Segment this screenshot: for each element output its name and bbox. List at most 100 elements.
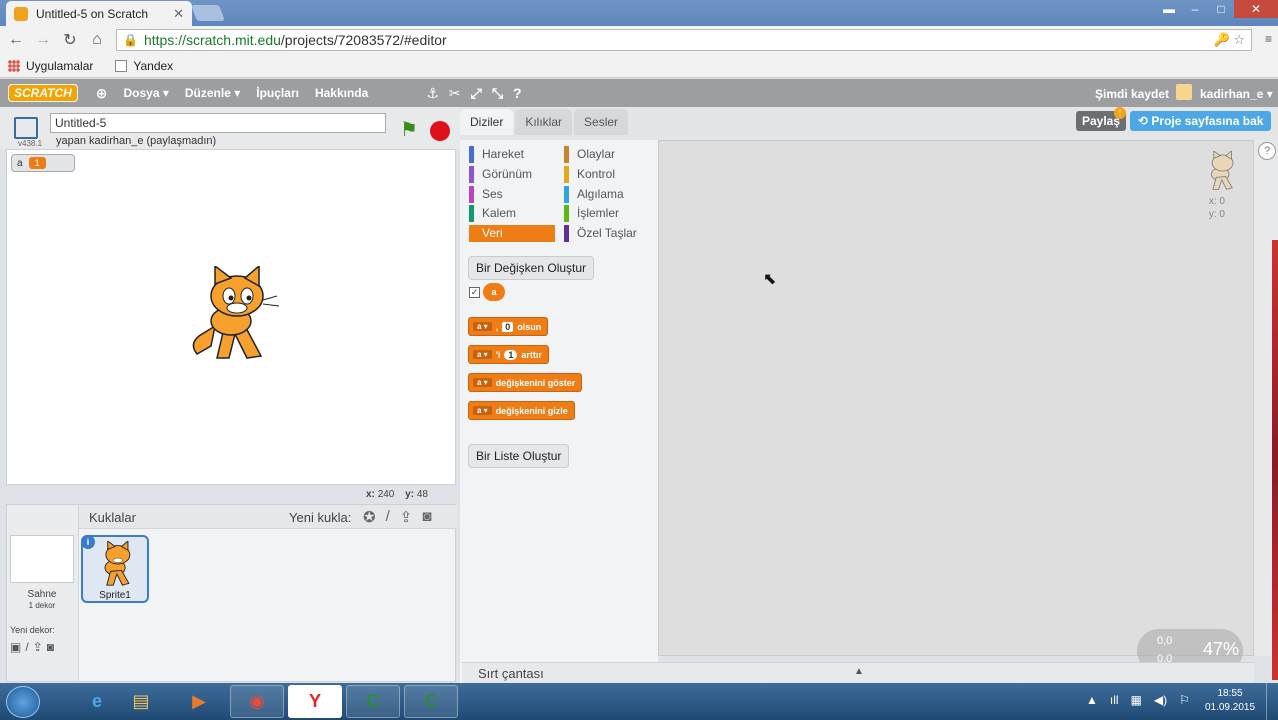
language-globe-icon[interactable]: ⊕	[96, 85, 108, 102]
project-title-input[interactable]: Untitled-5	[50, 113, 386, 133]
backdrop-library-icon[interactable]: ▣	[10, 640, 21, 654]
system-clock[interactable]: 18:55 01.09.2015	[1204, 687, 1256, 715]
delete-scissors-icon[interactable]: ✂	[449, 85, 461, 102]
back-icon[interactable]: ←	[5, 31, 27, 49]
camtasia-recorder-icon[interactable]: C	[404, 685, 458, 718]
show-desktop-button[interactable]	[1266, 683, 1278, 720]
tray-arrow-icon[interactable]: ▲	[1086, 693, 1098, 707]
help-panel-icon[interactable]: ?	[1258, 142, 1276, 160]
make-list-button[interactable]: Bir Liste Oluştur	[468, 444, 570, 468]
category-control[interactable]: Kontrol	[564, 166, 650, 183]
tab-close-icon[interactable]: ✕	[173, 6, 184, 22]
zoom-percentage: 47%	[1203, 639, 1240, 659]
category-events[interactable]: Olaylar	[564, 146, 650, 163]
menu-edit[interactable]: Düzenle ▾	[185, 86, 240, 100]
variable-dropdown[interactable]: a ▾	[473, 322, 492, 331]
device-icon[interactable]: ▦	[1131, 693, 1142, 707]
backpack-expand-icon[interactable]: ▲	[854, 666, 864, 677]
minimize-button[interactable]: –	[1182, 0, 1208, 18]
camera-sprite-icon[interactable]: ◙	[422, 508, 431, 526]
maximize-button[interactable]: □	[1208, 0, 1234, 18]
category-sensing[interactable]: Algılama	[564, 186, 650, 203]
category-motion[interactable]: Hareket	[469, 146, 555, 163]
username-menu[interactable]: kadirhan_e ▾	[1200, 87, 1273, 101]
upload-sprite-icon[interactable]: ⇪	[400, 508, 413, 526]
show-variable-block[interactable]: a ▾ değişkenini göster	[468, 373, 583, 392]
variable-checkbox[interactable]: ✓	[469, 287, 480, 298]
category-more-blocks[interactable]: Özel Taşlar	[564, 225, 650, 242]
green-flag-icon[interactable]: ⚑	[400, 117, 418, 142]
stage-canvas[interactable]: a 1	[6, 149, 456, 485]
stage-thumbnail[interactable]	[10, 535, 74, 583]
change-variable-block[interactable]: a ▾ 'i 1 arttır	[468, 345, 549, 364]
category-sound[interactable]: Ses	[469, 186, 555, 203]
backpack-bar[interactable]: Sırt çantası ▲	[462, 662, 1254, 683]
see-project-page-button[interactable]: ⟲ Proje sayfasına bak	[1130, 111, 1272, 131]
paint-backdrop-icon[interactable]: /	[25, 640, 28, 654]
media-player-icon[interactable]: ▶	[172, 685, 226, 718]
current-sprite-cat-icon	[1211, 151, 1234, 190]
help-icon[interactable]: ?	[513, 85, 522, 102]
category-data[interactable]: Veri	[469, 225, 555, 242]
user-profile-icon[interactable]: ▬	[1156, 0, 1182, 18]
forward-icon[interactable]: →	[32, 31, 54, 49]
scratch-favicon-icon	[14, 6, 28, 21]
shrink-icon[interactable]: ⤡	[492, 85, 503, 102]
new-tab-button[interactable]	[191, 5, 225, 21]
category-looks[interactable]: Görünüm	[469, 166, 555, 183]
flag-icon[interactable]: ⚐	[1179, 693, 1190, 707]
browser-tab[interactable]: Untitled-5 on Scratch ✕	[6, 1, 192, 26]
cat-sprite-icon[interactable]	[185, 266, 281, 366]
category-operators[interactable]: İşlemler	[564, 205, 650, 222]
fullscreen-icon[interactable]	[14, 117, 38, 139]
menu-tips[interactable]: İpuçları	[256, 86, 299, 100]
chrome-menu-icon[interactable]: ≡	[1265, 32, 1272, 46]
sprite-library-icon[interactable]: ✪	[363, 508, 376, 526]
scratch-logo[interactable]: SCRATCH	[8, 84, 78, 102]
set-variable-block[interactable]: a ▾ , 0 olsun	[468, 317, 549, 336]
chrome-icon[interactable]: ◉	[230, 685, 284, 718]
bookmark-label: Uygulamalar	[26, 58, 94, 73]
variable-dropdown[interactable]: a ▾	[473, 406, 492, 415]
category-pen[interactable]: Kalem	[469, 205, 555, 222]
make-variable-button[interactable]: Bir Değişken Oluştur	[468, 256, 595, 280]
grow-icon[interactable]: ⤢	[471, 85, 482, 102]
file-explorer-icon[interactable]: ▤	[114, 685, 168, 718]
user-avatar[interactable]	[1176, 84, 1192, 100]
address-bar[interactable]: 🔒 https://scratch.mit.edu /projects/7208…	[116, 29, 1252, 51]
bookmark-apps[interactable]: Uygulamalar	[8, 59, 93, 73]
menu-file[interactable]: Dosya ▾	[124, 86, 169, 100]
start-button[interactable]	[6, 686, 40, 718]
home-icon[interactable]: ⌂	[86, 31, 108, 49]
upload-backdrop-icon[interactable]: ⇪	[33, 640, 43, 654]
value-input[interactable]: 1	[504, 349, 518, 360]
scripts-canvas[interactable]: x: 0 y: 0 ⬉ 0,0 0,0 47%	[658, 140, 1254, 673]
reload-icon[interactable]: ↻	[59, 30, 81, 50]
duplicate-stamp-icon[interactable]: ⚓	[426, 85, 439, 102]
camtasia-icon[interactable]: C	[346, 685, 400, 718]
variable-dropdown[interactable]: a ▾	[473, 378, 492, 387]
bookmark-star-icon[interactable]: 🔑 ☆	[1214, 32, 1245, 48]
value-input[interactable]: 0	[502, 321, 514, 332]
tab-sounds[interactable]: Sesler	[574, 109, 629, 135]
menu-about[interactable]: Hakkında	[315, 86, 368, 100]
close-window-button[interactable]: ✕	[1234, 0, 1278, 18]
save-now-link[interactable]: Şimdi kaydet	[1095, 87, 1169, 101]
tab-costumes[interactable]: Kılıklar	[515, 109, 573, 135]
volume-icon[interactable]: ◀)	[1154, 693, 1167, 707]
bookmark-yandex[interactable]: Yandex	[115, 59, 173, 73]
variable-monitor[interactable]: a 1	[11, 154, 75, 172]
camera-backdrop-icon[interactable]: ◙	[47, 640, 54, 654]
yandex-browser-icon[interactable]: Y	[288, 685, 342, 718]
signal-icon[interactable]: ıll	[1110, 693, 1119, 707]
tab-scripts[interactable]: Diziler	[460, 109, 514, 135]
paint-sprite-icon[interactable]: /	[386, 508, 390, 526]
clock-time: 18:55	[1217, 688, 1243, 699]
new-backdrop-label: Yeni dekor:	[10, 625, 55, 635]
sprite-thumbnail[interactable]: i Sprite1	[81, 535, 149, 603]
background-edge	[1272, 240, 1278, 680]
variable-reporter-block[interactable]: a	[483, 283, 505, 301]
stop-sign-icon[interactable]	[430, 121, 450, 141]
hide-variable-block[interactable]: a ▾ değişkenini gizle	[468, 401, 575, 420]
variable-dropdown[interactable]: a ▾	[473, 350, 492, 359]
